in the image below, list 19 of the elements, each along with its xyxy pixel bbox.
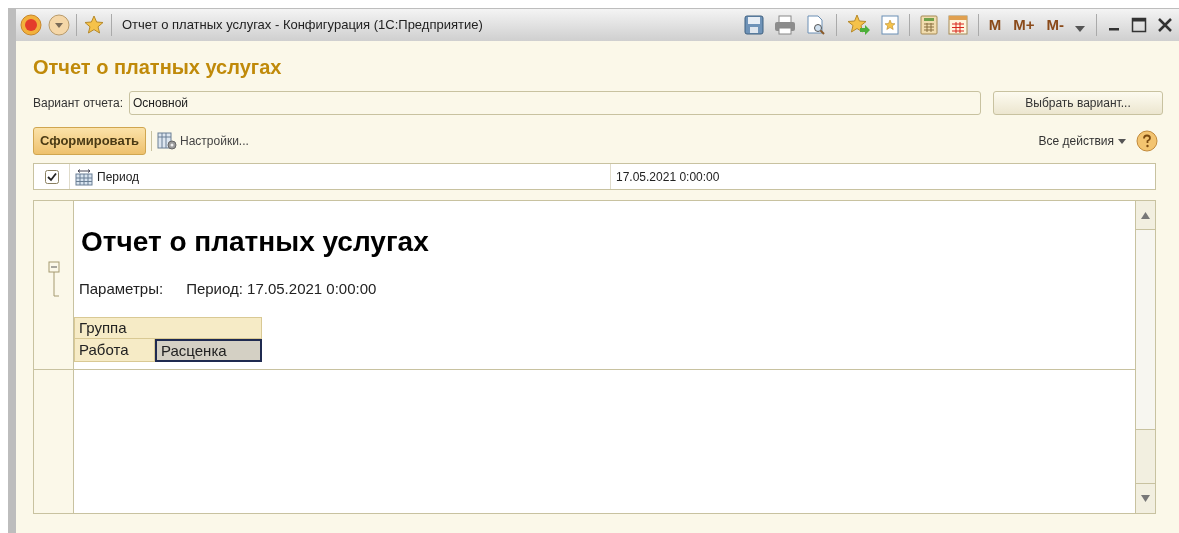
memory-button[interactable]: M+ bbox=[1013, 13, 1035, 37]
memory-button[interactable]: M bbox=[988, 13, 1002, 37]
form-heading: Отчет о платных услугах bbox=[33, 55, 282, 80]
table-cell[interactable]: Расценка bbox=[155, 338, 262, 362]
variant-field[interactable]: Основной bbox=[129, 91, 981, 115]
parameter-value[interactable]: 17.05.2021 0:00:00 bbox=[611, 167, 720, 186]
generate-button[interactable]: Сформировать bbox=[33, 127, 147, 155]
parameters-value: Период: 17.05.2021 0:00:00 bbox=[186, 279, 377, 299]
field-label: Вариант отчета: bbox=[33, 95, 123, 112]
parameters-label: Параметры: bbox=[79, 279, 164, 299]
settings-button[interactable]: Настройки... bbox=[157, 132, 249, 150]
all-actions-menu[interactable]: Все действия bbox=[1038, 132, 1126, 150]
report-title: Отчет о платных услугах bbox=[81, 225, 429, 259]
window-title: Отчет о платных услугах - Конфигурация (1С:Предприятие) bbox=[122, 16, 483, 35]
table-cell[interactable]: Работа bbox=[74, 338, 155, 362]
table-header-cell: Группа bbox=[74, 316, 262, 339]
parameter-name: Период bbox=[97, 168, 140, 186]
choose-variant-button[interactable]: Выбрать вариант... bbox=[993, 91, 1163, 115]
memory-button[interactable]: M- bbox=[1046, 13, 1064, 37]
